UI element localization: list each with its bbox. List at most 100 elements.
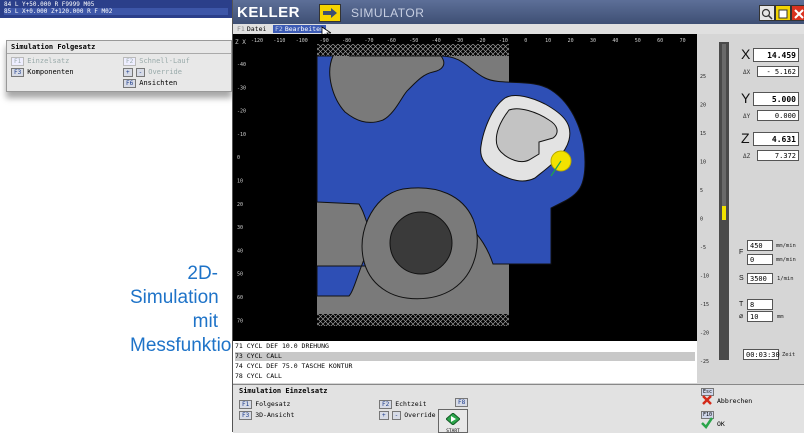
panel-title: Simulation Folgesatz bbox=[7, 41, 231, 54]
close-icon[interactable] bbox=[791, 5, 804, 21]
y-tick-label: 60 bbox=[237, 295, 243, 301]
y-tick-label: 20 bbox=[237, 202, 243, 208]
y-tick-label: 50 bbox=[237, 272, 243, 278]
simulation-einzelsatz-panel: Simulation Einzelsatz F1 Folgesatz F3 3D-A… bbox=[233, 384, 697, 434]
simulation-viewport[interactable]: -120 -110 -100 -90 -80 -70 -60 -50 -40 -30 -20 -10 0… bbox=[233, 34, 697, 341]
x-tick-label: 10 bbox=[545, 38, 551, 44]
start-button[interactable]: START bbox=[438, 409, 468, 434]
bg-code-line: 84 L Y+50.000 R F9999 M05 bbox=[4, 1, 95, 8]
arrow-icon bbox=[319, 4, 341, 22]
program-line-current[interactable]: 73 CYCL CALL bbox=[235, 352, 695, 361]
x-delta-value: - 5.162 bbox=[757, 66, 799, 77]
axis-corner-label: Z X bbox=[235, 39, 246, 46]
program-line[interactable]: 74 CYCL DEF 75.0 TASCHE KONTUR bbox=[235, 362, 695, 371]
program-line[interactable]: 71 CYCL DEF 10.0 DREHUNG bbox=[235, 342, 695, 351]
feed-actual-unit: mm/min bbox=[776, 257, 796, 263]
simulation-folgesatz-panel: Simulation Folgesatz F1 Einzelsatz F2 Schn… bbox=[6, 40, 232, 92]
x-tick-label: 50 bbox=[635, 38, 641, 44]
y-delta-label: ΔY bbox=[743, 113, 751, 120]
f6-key[interactable]: F6 bbox=[123, 79, 137, 88]
plus-key[interactable]: + bbox=[379, 411, 389, 420]
feed-value: 450 bbox=[747, 240, 773, 251]
spindle-value: 3500 bbox=[747, 273, 773, 284]
folgesatz-label: Folgesatz bbox=[255, 400, 291, 408]
z-scale-tick-label: 0 bbox=[700, 217, 703, 223]
spindle-unit: 1/min bbox=[777, 276, 794, 282]
minus-key[interactable]: - bbox=[391, 411, 402, 420]
feed-actual-value: 0 bbox=[747, 254, 773, 265]
menu-bearbeiten[interactable]: F2 Bearbeiten bbox=[273, 25, 326, 33]
x-tick-label: -10 bbox=[499, 38, 508, 44]
x-tick-label: -30 bbox=[454, 38, 463, 44]
z-scale-tick-label: -20 bbox=[700, 331, 709, 337]
keller-logo: KELLER bbox=[237, 4, 300, 21]
z-scale-tick-label: 25 bbox=[700, 74, 706, 80]
f3-key[interactable]: F3 bbox=[239, 411, 253, 420]
caption-line-1: 2D-Simulation mit bbox=[130, 263, 219, 332]
z-scale-tick-label: -10 bbox=[700, 274, 709, 280]
x-tick-label: -110 bbox=[273, 38, 285, 44]
x-tick-label: -80 bbox=[342, 38, 351, 44]
f1-key[interactable]: F1 bbox=[239, 400, 253, 409]
y-tick-label: 70 bbox=[237, 318, 243, 324]
bore-hole bbox=[389, 211, 453, 275]
f2-key[interactable]: F2 bbox=[123, 57, 137, 66]
z-delta-value: 7.372 bbox=[757, 150, 799, 161]
position-display-panel: 25 20 15 10 5 0 -5 -10 -15 -20 -25 X 14.459 ΔX - 5… bbox=[697, 34, 804, 384]
program-line[interactable]: 78 CYCL CALL bbox=[235, 372, 695, 381]
title-bar: KELLER SIMULATOR bbox=[233, 0, 804, 24]
clamp-bottom bbox=[317, 314, 509, 326]
z-scale-tick-label: 15 bbox=[700, 131, 706, 137]
x-tick-label: 20 bbox=[568, 38, 574, 44]
x-tick-label: -90 bbox=[320, 38, 329, 44]
time-label: Zeit bbox=[782, 352, 796, 358]
y-tick-label: 0 bbox=[237, 155, 240, 161]
f3-key[interactable]: F3 bbox=[11, 68, 25, 77]
nc-program-list[interactable]: 71 CYCL DEF 10.0 DREHUNG 73 CYCL CALL 74… bbox=[233, 341, 697, 383]
einzelsatz-label: Einzelsatz bbox=[27, 57, 70, 65]
minus-key[interactable]: - bbox=[135, 68, 146, 77]
window-title: SIMULATOR bbox=[351, 6, 425, 20]
x-value: 14.459 bbox=[753, 48, 799, 62]
x-tick-label: -70 bbox=[364, 38, 373, 44]
menu-key: F2 bbox=[275, 25, 283, 33]
z-value: 4.631 bbox=[753, 132, 799, 146]
y-tick-label: -20 bbox=[237, 109, 246, 115]
menu-datei[interactable]: F1 Datei bbox=[235, 25, 268, 33]
x-delta-label: ΔX bbox=[743, 69, 751, 76]
f8-key: F8 bbox=[455, 398, 469, 407]
z-delta-label: ΔZ bbox=[743, 153, 751, 160]
x-tick-label: 70 bbox=[680, 38, 686, 44]
spindle-label: S bbox=[739, 275, 744, 282]
y-value: 5.000 bbox=[753, 92, 799, 106]
y-tick-label: -10 bbox=[237, 132, 246, 138]
window-icon[interactable] bbox=[775, 5, 791, 21]
ok-button[interactable]: F10 OK bbox=[701, 410, 725, 429]
y-axis-label: Y bbox=[741, 90, 751, 106]
x-tick-label: -20 bbox=[476, 38, 485, 44]
cancel-label: Abbrechen bbox=[717, 397, 753, 405]
cancel-button[interactable]: Esc Abbrechen bbox=[701, 387, 752, 405]
zoom-icon[interactable] bbox=[759, 5, 775, 21]
y-axis-ticks: -40-30-20-1001020304050607080 bbox=[237, 62, 246, 324]
z-scale-tick-label: 5 bbox=[700, 188, 703, 194]
ok-label: OK bbox=[717, 420, 725, 428]
diameter-unit: mm bbox=[777, 314, 784, 320]
komponenten-label: Komponenten bbox=[27, 68, 74, 76]
feed-label: F bbox=[739, 249, 744, 256]
background-code-listing: 84 L Y+50.000 R F9999 M05 85 L X+0.000 Z… bbox=[0, 0, 232, 18]
y-delta-value: 0.000 bbox=[757, 110, 799, 121]
x-tick-label: 40 bbox=[612, 38, 618, 44]
schnell-lauf-label: Schnell-Lauf bbox=[139, 57, 190, 65]
plus-key[interactable]: + bbox=[123, 68, 133, 77]
x-tick-label: 30 bbox=[590, 38, 596, 44]
menu-label: Bearbeiten bbox=[284, 25, 324, 33]
x-tick-label: -120 bbox=[251, 38, 263, 44]
f1-key[interactable]: F1 bbox=[11, 57, 25, 66]
menu-key: F1 bbox=[237, 25, 245, 33]
y-tick-label: -30 bbox=[237, 85, 246, 91]
dialog-actions: Esc Abbrechen F10 OK bbox=[697, 384, 804, 433]
clamp-top bbox=[317, 44, 509, 56]
x-axis-label: X bbox=[741, 46, 751, 62]
f2-key[interactable]: F2 bbox=[379, 400, 393, 409]
